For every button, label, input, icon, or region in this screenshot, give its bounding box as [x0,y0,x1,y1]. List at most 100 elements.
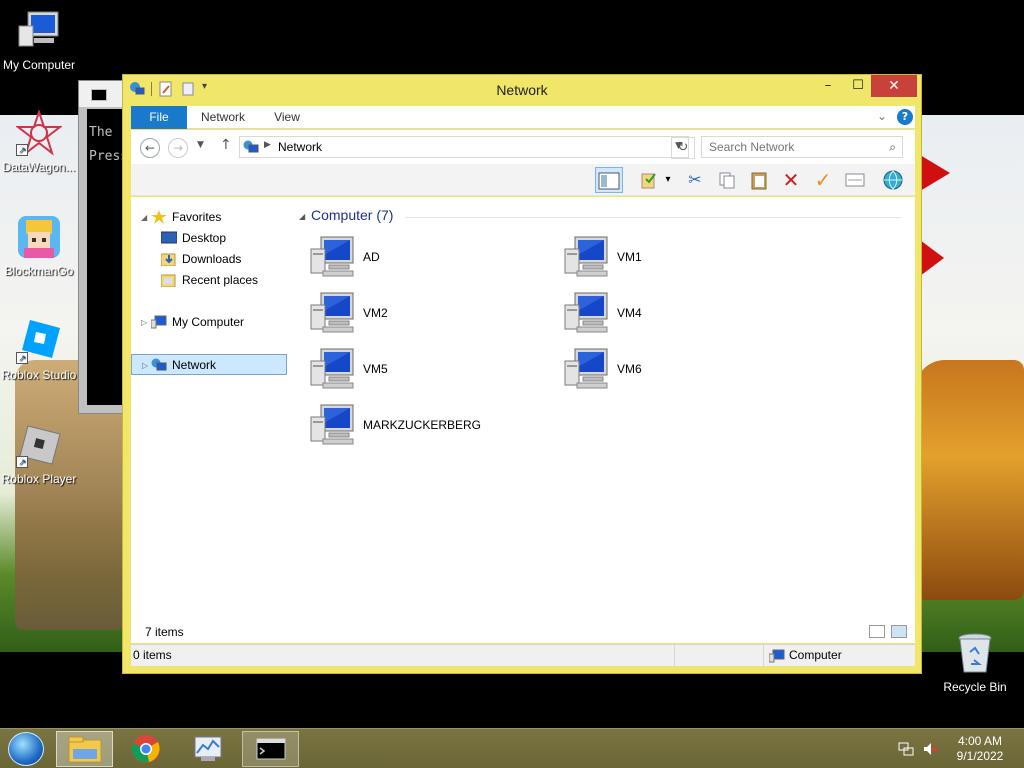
search-input[interactable] [702,137,872,157]
cut-button[interactable]: ✂ [681,167,709,193]
desktop-icon [160,231,178,245]
nav-downloads[interactable]: Downloads [131,249,287,270]
expand-icon[interactable]: ▷ [141,312,147,333]
nav-network[interactable]: ▷ Network [131,354,287,375]
rename-button[interactable]: ✓ [809,167,837,193]
taskbar-chrome-button[interactable] [118,731,175,767]
preview-pane-button[interactable] [595,167,623,193]
computer-icon [309,347,355,391]
desktop-icon-my-computer[interactable]: My Computer [0,8,81,72]
command-prompt-icon [256,738,286,760]
computer-label: VM1 [617,250,642,264]
search-box[interactable]: ⌕ [701,136,903,158]
up-button[interactable]: ↑ [220,137,232,153]
datawagon-icon: ↗ [15,108,63,156]
email-button[interactable] [841,167,869,193]
start-button[interactable] [8,732,44,766]
computer-icon [309,291,355,335]
tab-network[interactable]: Network [193,106,253,129]
group-collapse-icon[interactable]: ◢ [299,212,305,221]
network-tray-icon[interactable] [898,741,914,757]
computer-icon [563,347,609,391]
chrome-icon [131,735,160,763]
tab-view[interactable]: View [265,106,309,129]
star-icon [151,210,167,224]
content-pane: ◢ Computer (7) AD VM1 VM2 VM4 VM5 VM6 MARKZUCK… [291,197,915,643]
clock-time: 4:00 AM [957,734,1003,748]
wallpaper-robot-right [915,360,1024,600]
network-computer-item[interactable]: VM4 [563,291,793,339]
desktop-icon-label: BlockmanGo [4,264,74,278]
roblox-player-icon: ↗ [16,422,62,468]
network-computer-item[interactable]: VM5 [309,347,539,395]
shortcut-arrow-icon: ↗ [16,352,28,364]
group-divider [405,217,901,218]
network-computer-item[interactable]: AD [309,235,539,283]
help-icon[interactable]: ? [897,109,913,125]
ribbon-tabs: File Network View ⌄ ? [131,106,915,129]
computer-icon [16,8,62,54]
navigation-pane: ◢ Favorites Desktop Downloads Recent pla… [131,197,291,643]
maximize-button[interactable]: ☐ [843,75,873,97]
zone-label: Computer [789,648,842,662]
desktop-icon-datawagon[interactable]: ↗ DataWagon... [0,108,81,174]
taskbar-cmd-button[interactable] [242,731,299,767]
desktop-icon-roblox-studio[interactable]: ↗ Roblox Studio [0,318,81,382]
back-button[interactable]: ← [140,138,160,158]
minimize-button[interactable]: – [813,75,843,97]
desktop-icon-roblox-player[interactable]: ↗ Roblox Player [0,422,81,486]
refresh-button[interactable]: ↻ [671,137,695,159]
delete-button[interactable]: ✕ [777,167,805,193]
address-field[interactable]: ▶ Network ▼ [239,136,689,158]
resource-monitor-icon [194,736,222,761]
expand-icon[interactable]: ▷ [142,355,148,376]
paste-button[interactable] [745,167,773,193]
desktop-icon-blockmango[interactable]: BlockmanGo [0,214,81,278]
separator [674,645,675,667]
titlebar[interactable]: ▾ Network – ☐ ✕ [123,75,921,105]
desktop-icon-label: Recycle Bin [943,680,1007,694]
shortcut-arrow-icon: ↗ [16,144,28,156]
expand-ribbon-icon[interactable]: ⌄ [877,109,887,123]
forward-button[interactable]: → [168,138,188,158]
search-icon[interactable]: ⌕ [889,140,896,155]
recent-locations-icon[interactable]: ▼ [197,140,204,150]
downloads-folder-icon [160,252,177,267]
breadcrumb-chevron-icon[interactable]: ▶ [264,140,271,150]
network-computer-item[interactable]: VM6 [563,347,793,395]
nav-my-computer[interactable]: ▷ My Computer [131,312,287,333]
close-button[interactable]: ✕ [871,75,917,97]
taskbar: 4:00 AM 9/1/2022 [0,728,1024,768]
network-computer-item[interactable]: MARKZUCKERBERG [309,403,539,451]
clock-date: 9/1/2022 [956,749,1004,763]
network-globe-button[interactable] [879,167,907,193]
volume-muted-icon[interactable] [922,741,938,757]
breadcrumb-network[interactable]: Network [278,140,322,154]
nav-recent-places[interactable]: Recent places [131,270,287,291]
details-view-icon[interactable] [869,625,885,638]
large-icons-view-icon[interactable] [891,625,907,638]
desktop-icon-recycle-bin[interactable]: Recycle Bin [933,630,1017,694]
system-clock[interactable]: 4:00 AM 9/1/2022 [948,734,1012,764]
computer-icon [768,649,785,663]
nav-favorites[interactable]: ◢ Favorites [131,207,287,228]
tab-file[interactable]: File [131,106,187,129]
computer-label: VM2 [363,306,388,320]
nav-desktop[interactable]: Desktop [131,228,287,249]
network-computer-item[interactable]: VM2 [309,291,539,339]
group-header[interactable]: Computer (7) [311,207,393,223]
explorer-window[interactable]: ▾ Network – ☐ ✕ File Network View ⌄ ? ← … [122,74,922,674]
wallpaper-red-shape [920,240,944,276]
computer-label: AD [363,250,380,264]
desktop-icon-label: Roblox Player [1,472,77,486]
recycle-bin-icon [952,630,998,676]
taskbar-resource-monitor-button[interactable] [180,731,237,767]
collapse-icon[interactable]: ◢ [141,207,147,228]
properties-button[interactable] [635,167,663,193]
organize-dropdown-icon[interactable]: ▾ [661,167,675,193]
separator [763,645,764,667]
network-computer-item[interactable]: VM1 [563,235,793,283]
item-count: 7 items [145,625,184,639]
taskbar-explorer-button[interactable] [56,731,113,767]
copy-button[interactable] [713,167,741,193]
